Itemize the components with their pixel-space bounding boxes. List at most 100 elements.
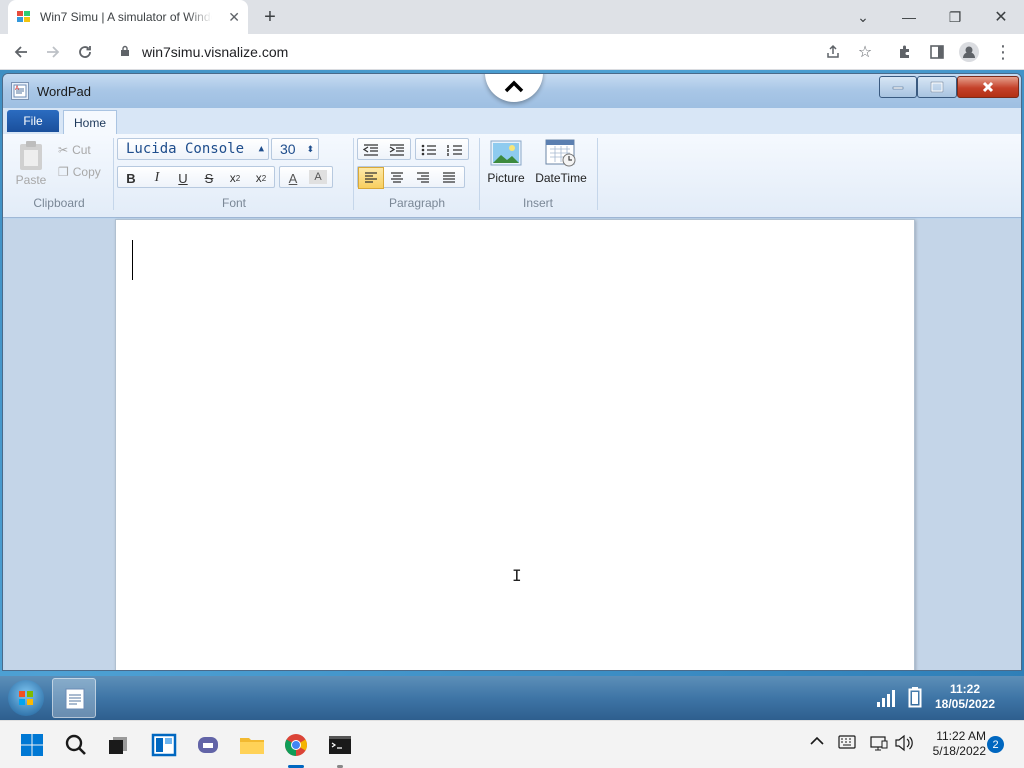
tab-search-chevron-icon[interactable]: ⌄ <box>840 0 886 34</box>
document-area: I <box>5 219 1021 670</box>
notification-badge[interactable]: 2 <box>987 736 1004 753</box>
extensions-puzzle-icon[interactable] <box>890 34 920 70</box>
wordpad-close-button[interactable] <box>957 76 1019 98</box>
signal-strength-icon[interactable] <box>876 688 900 711</box>
more-menu-icon[interactable]: ⋮ <box>988 34 1018 70</box>
wordpad-title: WordPad <box>37 84 91 99</box>
copy-icon: ❐ <box>58 165 69 179</box>
browser-restore-button[interactable]: ❐ <box>932 0 978 34</box>
text-color-group: A A <box>279 166 333 188</box>
bullet-list-icon[interactable] <box>416 139 442 161</box>
insert-picture-button[interactable]: Picture <box>483 138 529 185</box>
tab-title: Win7 Simu | A simulator of Windows 7 <box>40 10 212 24</box>
wordpad-app-icon: A <box>11 82 29 100</box>
subscript-button[interactable]: x2 <box>222 167 248 189</box>
insert-datetime-button[interactable]: DateTime <box>531 138 591 185</box>
reload-icon[interactable] <box>70 34 100 70</box>
task-view-icon[interactable] <box>102 729 134 761</box>
list-group <box>415 138 469 160</box>
tab-home[interactable]: Home <box>63 110 117 134</box>
browser-tab-strip: Win7 Simu | A simulator of Windows 7 ✕ +… <box>0 0 1024 34</box>
taskbar-wordpad-button[interactable] <box>52 678 96 718</box>
ribbon-tabs: File Home <box>3 108 1021 134</box>
search-icon[interactable] <box>60 729 92 761</box>
strikethrough-button[interactable]: S <box>196 167 222 189</box>
bookmark-star-icon[interactable]: ☆ <box>850 34 880 70</box>
teams-chat-icon[interactable] <box>192 729 224 761</box>
cut-label: Cut <box>72 143 91 157</box>
battery-icon[interactable] <box>908 686 922 711</box>
font-size-select[interactable]: 30 ⬍ <box>271 138 319 160</box>
chrome-icon[interactable] <box>280 729 312 761</box>
wordpad-minimize-button[interactable] <box>879 76 917 98</box>
paste-label: Paste <box>15 173 47 187</box>
win7-favicon-icon <box>17 11 30 22</box>
back-arrow-icon[interactable] <box>6 34 36 70</box>
win11-date: 5/18/2022 <box>932 744 986 758</box>
widgets-icon[interactable] <box>148 729 180 761</box>
win11-clock[interactable]: 11:22 AM 5/18/2022 <box>920 729 986 759</box>
increase-indent-icon[interactable] <box>384 139 410 161</box>
align-center-icon[interactable] <box>384 167 410 189</box>
new-tab-button[interactable]: + <box>256 0 284 34</box>
group-label-paragraph: Paragraph <box>388 196 446 210</box>
text-caret <box>132 240 133 280</box>
datetime-label: DateTime <box>535 171 587 185</box>
win7-taskbar: 11:22 18/05/2022 <box>0 676 1024 720</box>
win11-time: 11:22 AM <box>936 729 986 743</box>
address-bar[interactable]: win7simu.visnalize.com <box>108 38 888 66</box>
ribbon-separator <box>353 138 354 210</box>
highlight-color-button[interactable]: A <box>309 170 327 184</box>
win7-date: 18/05/2022 <box>934 697 996 711</box>
paste-button[interactable]: Paste <box>13 140 49 190</box>
win7-clock[interactable]: 11:22 18/05/2022 <box>926 682 1004 712</box>
win11-start-icon[interactable] <box>16 729 48 761</box>
browser-close-button[interactable]: ✕ <box>978 0 1024 34</box>
wordpad-maximize-button[interactable] <box>917 76 957 98</box>
picture-label: Picture <box>487 171 525 185</box>
display-network-icon[interactable] <box>870 735 888 754</box>
select-arrows-icon: ⬍ <box>306 143 314 154</box>
paste-clipboard-icon <box>20 141 42 170</box>
align-right-icon[interactable] <box>410 167 436 189</box>
bold-button[interactable]: B <box>118 167 144 189</box>
text-color-button[interactable]: A <box>280 167 306 189</box>
tab-close-icon[interactable]: ✕ <box>228 9 240 26</box>
ribbon: Paste ✂ Cut ❐ Copy Clipboard Lucida Cons… <box>3 134 1021 218</box>
tab-file[interactable]: File <box>7 110 59 132</box>
side-panel-icon[interactable] <box>922 34 952 70</box>
browser-tab[interactable]: Win7 Simu | A simulator of Windows 7 ✕ <box>8 0 248 34</box>
keyboard-icon[interactable] <box>838 735 856 752</box>
url-text: win7simu.visnalize.com <box>142 44 289 60</box>
justify-icon[interactable] <box>436 167 462 189</box>
profile-avatar-icon[interactable] <box>954 34 984 70</box>
scissors-icon: ✂ <box>58 143 69 157</box>
terminal-icon[interactable] <box>324 729 356 761</box>
italic-button[interactable]: I <box>144 167 170 189</box>
indent-group <box>357 138 411 160</box>
decrease-indent-icon[interactable] <box>358 139 384 161</box>
volume-icon[interactable] <box>894 734 914 755</box>
numbered-list-icon[interactable] <box>442 139 468 161</box>
show-hidden-icons-chevron-icon[interactable] <box>810 735 824 749</box>
forward-arrow-icon[interactable] <box>38 34 68 70</box>
win7-start-button[interactable] <box>8 680 44 716</box>
ribbon-separator <box>597 138 598 210</box>
font-family-select[interactable]: Lucida Console ▲ <box>117 138 269 160</box>
font-size-value: 30 <box>280 141 296 157</box>
cut-button[interactable]: ✂ Cut <box>58 142 91 158</box>
browser-toolbar: win7simu.visnalize.com ☆ ⋮ <box>0 34 1024 70</box>
file-explorer-icon[interactable] <box>236 729 268 761</box>
underline-button[interactable]: U <box>170 167 196 189</box>
picture-icon <box>490 140 522 166</box>
alignment-group <box>357 166 465 189</box>
lock-icon[interactable] <box>120 45 138 60</box>
copy-button[interactable]: ❐ Copy <box>58 164 101 180</box>
browser-minimize-button[interactable]: — <box>886 0 932 34</box>
win11-taskbar: 11:22 AM 5/18/2022 2 <box>0 720 1024 768</box>
superscript-button[interactable]: x2 <box>248 167 274 189</box>
font-format-group: B I U S x2 x2 <box>117 166 275 188</box>
share-icon[interactable] <box>818 34 848 70</box>
document-page[interactable]: I <box>115 219 915 670</box>
align-left-icon[interactable] <box>358 167 384 189</box>
